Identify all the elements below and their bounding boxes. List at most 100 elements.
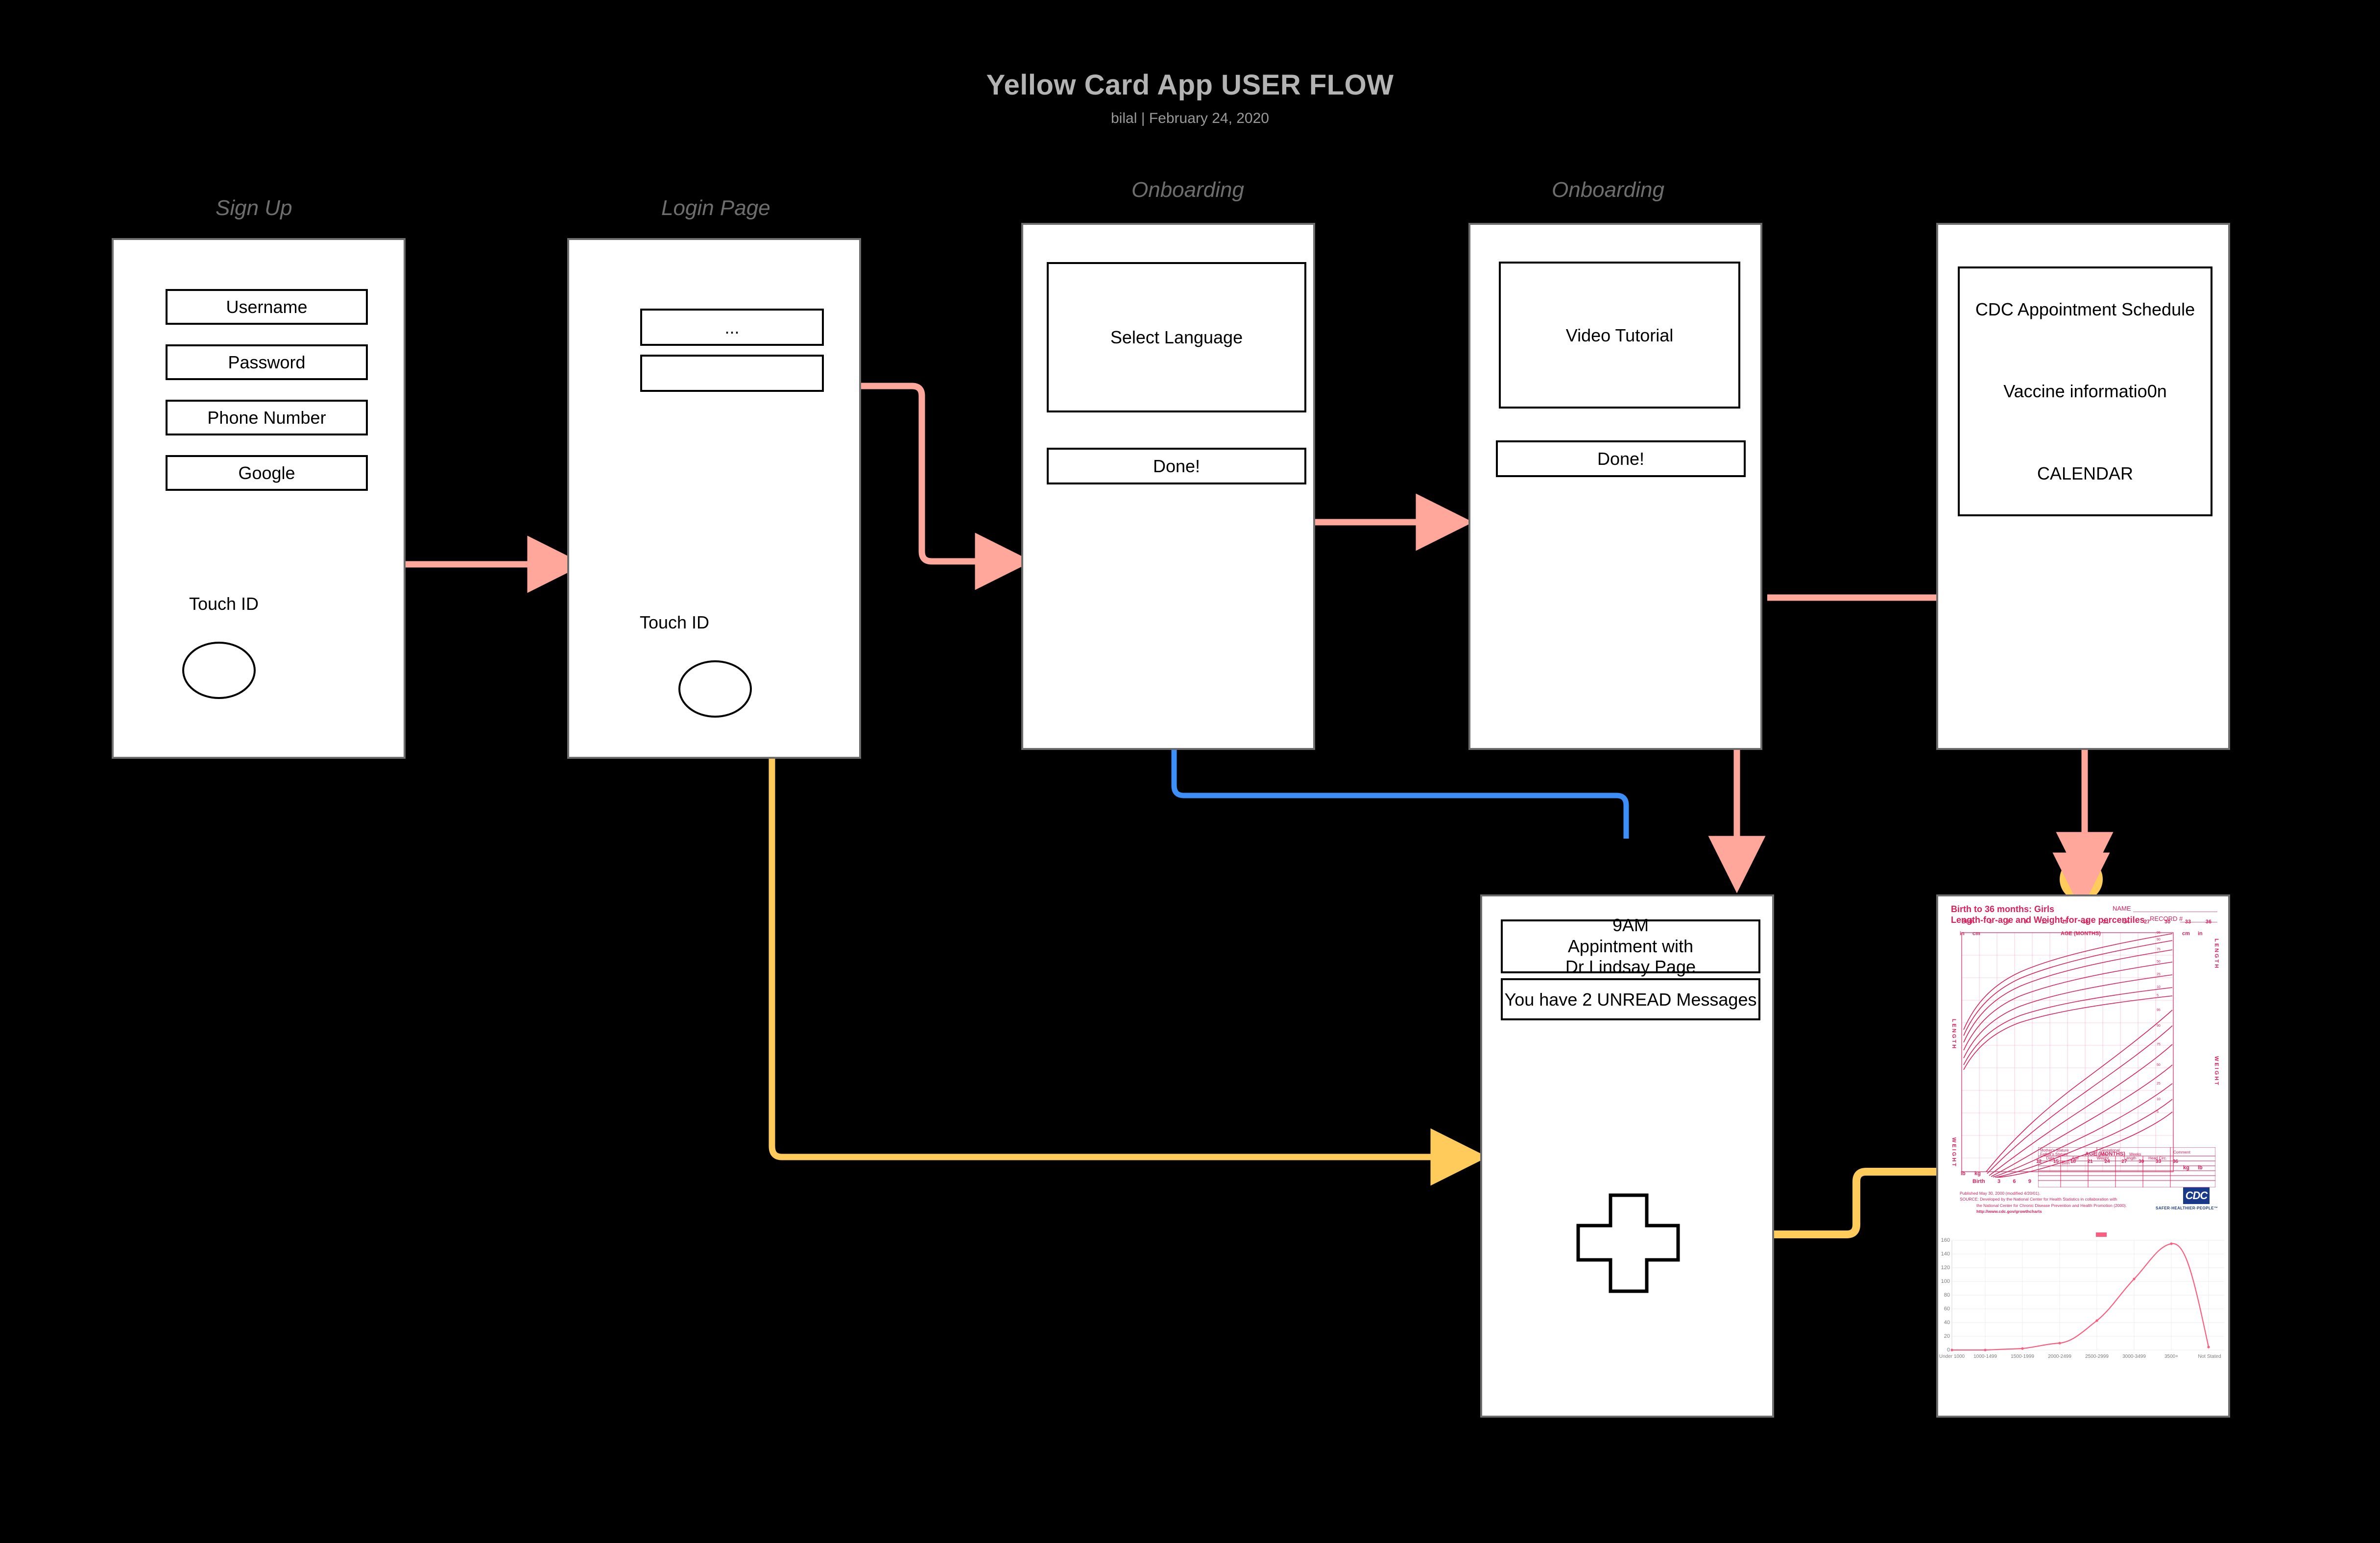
growth-chart-unit-in-right: in: [2198, 931, 2203, 937]
svg-text:5: 5: [2157, 1110, 2159, 1114]
growth-chart-form-headers: Date Age Weight Length Head Circ.: [2039, 1156, 2214, 1160]
screen-cdc-schedule: CDC Appointment Schedule Vaccine informa…: [1936, 223, 2230, 750]
login-touch-id-circle[interactable]: [678, 660, 752, 718]
x-tick: 3000-3499: [2122, 1354, 2146, 1359]
form-header: Length: [2124, 1156, 2137, 1160]
cdc-schedule-line-vaccine-info: Vaccine informatio0n: [2003, 381, 2167, 402]
svg-text:50: 50: [2157, 960, 2161, 964]
svg-text:50: 50: [2157, 1063, 2161, 1067]
screen-label-onboarding-language: Onboarding: [1131, 178, 1244, 202]
form-header: Weight: [2096, 1156, 2109, 1160]
cdc-schedule-line-calendar: CALENDAR: [2037, 463, 2134, 483]
source-line: SOURCE: Developed by the National Center…: [1960, 1197, 2117, 1202]
x-tick: 2000-2499: [2048, 1354, 2071, 1359]
y-tick: 140: [1941, 1251, 1950, 1257]
growth-chart-unit-cm-right: cm: [2182, 931, 2190, 937]
signup-touch-id-circle[interactable]: [182, 642, 256, 699]
login-field-password[interactable]: [640, 355, 824, 392]
screen-appointment-dashboard: 9AM Appintment with Dr Lindsay Page You …: [1480, 894, 1774, 1418]
growth-chart-title-line1: Birth to 36 months: Girls: [1951, 904, 2055, 914]
source-line: the National Center for Chronic Disease …: [1976, 1203, 2127, 1208]
birth-weight-line-chart: 160 140 120 100 80 60 40 20 0 Under 1000…: [1939, 1230, 2228, 1372]
login-touch-id-label: Touch ID: [639, 612, 710, 632]
age-tick: 9: [2023, 919, 2027, 925]
growth-chart-form-birth-cell: Birth: [2062, 1161, 2070, 1165]
y-tick: 80: [1944, 1292, 1950, 1298]
growth-chart-form-weeks: Weeks: [2129, 1152, 2141, 1157]
screen-label-signup: Sign Up: [216, 196, 292, 220]
onboarding-language-done-button[interactable]: Done!: [1047, 448, 1306, 484]
signup-field-username[interactable]: Username: [166, 289, 368, 325]
signup-field-phone-number[interactable]: Phone Number: [166, 400, 368, 435]
svg-text:75: 75: [2157, 948, 2161, 951]
growth-chart-unit-kg: kg: [1974, 1171, 1981, 1177]
growth-chart-source: Published May 30, 2000 (modified 4/20/01…: [1960, 1190, 2127, 1214]
x-tick: Under 1000: [1939, 1354, 1965, 1359]
page-title: Yellow Card App USER FLOW: [986, 69, 1394, 101]
growth-chart-unit-in-left: in: [1960, 931, 1965, 937]
age-tick: Birth: [1972, 1179, 1985, 1184]
x-tick: 3500+: [2164, 1354, 2179, 1359]
y-tick: 0: [1947, 1347, 1950, 1353]
screen-label-onboarding-video: Onboarding: [1552, 178, 1664, 202]
growth-chart-form-age: Age:: [2100, 1152, 2108, 1157]
growth-chart-side-length-left: LENGTH: [1951, 1019, 1957, 1050]
screen-growth-chart: Birth to 36 months: Girls Length-for-age…: [1936, 894, 2230, 1418]
age-tick: 33: [2185, 919, 2191, 925]
onboarding-video-done-button[interactable]: Done!: [1496, 440, 1746, 477]
page-subtitle: bilal | February 24, 2020: [1111, 110, 1269, 126]
onboarding-video-panel[interactable]: Video Tutorial: [1499, 262, 1740, 409]
cdc-schedule-panel[interactable]: CDC Appointment Schedule Vaccine informa…: [1958, 266, 2212, 516]
y-tick: 60: [1944, 1306, 1950, 1312]
screen-onboarding-video: Video Tutorial Done!: [1468, 223, 1762, 750]
age-tick: 6: [2006, 919, 2010, 925]
svg-text:10: 10: [2157, 986, 2161, 989]
growth-chart-unit-lb: lb: [1961, 1171, 1966, 1177]
age-tick: 3: [1997, 1179, 2001, 1184]
user-flow-canvas: Yellow Card App USER FLOW bilal | Februa…: [0, 0, 2380, 1543]
svg-text:75: 75: [2157, 1043, 2161, 1046]
svg-text:95: 95: [2157, 931, 2161, 935]
growth-chart-form-comment: Comment: [2173, 1150, 2190, 1155]
age-tick: 3: [1989, 919, 1992, 925]
age-tick: 12: [2041, 919, 2047, 925]
age-tick: 24: [2123, 919, 2130, 925]
growth-chart-side-weight-left: WEIGHT: [1951, 1137, 1957, 1168]
y-tick: 120: [1941, 1265, 1950, 1271]
y-tick: 100: [1941, 1278, 1950, 1284]
appointment-time: 9AM: [1612, 915, 1649, 936]
screen-signup: Username Password Phone Number Google To…: [112, 238, 406, 759]
age-tick: Birth: [1962, 919, 1974, 925]
signup-field-password[interactable]: Password: [166, 344, 368, 380]
source-line: http://www.cdc.gov/growthcharts: [1976, 1208, 2042, 1214]
signup-button-google[interactable]: Google: [166, 455, 368, 491]
age-tick: 15: [2062, 919, 2068, 925]
growth-chart-plot: 95 90 75 50 25 10 5 95 90 75 50 25 10 5: [1961, 931, 2174, 1178]
appointment-card[interactable]: 9AM Appintment with Dr Lindsay Page: [1501, 915, 1760, 977]
growth-chart-age-ticks-bottom-left: Birth 3 6 9: [1972, 1179, 2031, 1184]
svg-text:25: 25: [2157, 1082, 2161, 1085]
onboarding-language-panel[interactable]: Select Language: [1047, 262, 1306, 412]
y-tick: 40: [1944, 1320, 1950, 1326]
cdc-logo: CDC: [2183, 1187, 2210, 1204]
x-tick: 2500-2999: [2085, 1354, 2109, 1359]
svg-text:5: 5: [2157, 994, 2159, 997]
svg-text:95: 95: [2157, 1009, 2161, 1012]
age-tick: 21: [2103, 919, 2109, 925]
age-tick: 18: [2082, 919, 2089, 925]
y-tick: 20: [1944, 1333, 1950, 1339]
x-tick: 1000-1499: [1973, 1354, 1997, 1359]
unread-messages-card[interactable]: You have 2 UNREAD Messages: [1501, 978, 1760, 1020]
form-header: Head Circ.: [2148, 1156, 2167, 1160]
x-tick: 1500-1999: [2011, 1354, 2034, 1359]
svg-text:90: 90: [2157, 1024, 2161, 1028]
medical-cross-icon[interactable]: [1575, 1193, 1681, 1294]
growth-chart-side-length-right: LENGTH: [2213, 939, 2219, 970]
appointment-doctor: Dr Lindsay Page: [1565, 957, 1696, 977]
svg-text:10: 10: [2157, 1098, 2161, 1101]
cdc-tagline: SAFER·HEALTHIER·PEOPLE™: [2156, 1206, 2218, 1210]
cdc-schedule-line-appointment: CDC Appointment Schedule: [1975, 299, 2195, 320]
age-tick: 6: [2013, 1179, 2016, 1184]
login-field-username[interactable]: ...: [640, 309, 824, 346]
age-tick: 36: [2205, 919, 2212, 925]
